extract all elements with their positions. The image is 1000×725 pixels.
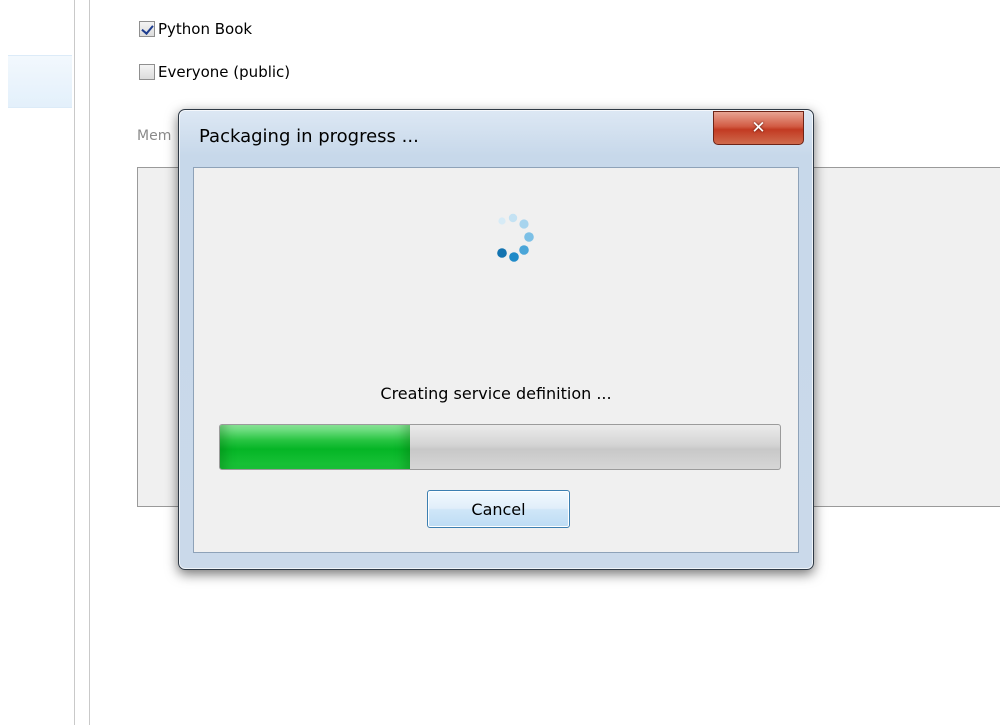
status-message: Creating service definition ... (380, 384, 612, 403)
python-book-checkbox[interactable] (139, 21, 155, 37)
dialog-content: Creating service definition ... Cancel (193, 167, 799, 553)
permission-python-book[interactable]: Python Book (139, 18, 252, 40)
progress-bar (219, 424, 781, 470)
dialog-title: Packaging in progress ... (199, 126, 419, 147)
members-section-label: Mem (137, 128, 172, 144)
left-navigation-pane (0, 0, 74, 725)
pane-splitter[interactable] (74, 0, 90, 725)
cancel-button[interactable]: Cancel (427, 490, 570, 528)
close-button[interactable]: ✕ (713, 111, 804, 145)
packaging-progress-dialog: Packaging in progress ... ✕ Creating ser… (178, 109, 814, 570)
python-book-label: Python Book (158, 20, 253, 38)
everyone-checkbox[interactable] (139, 64, 155, 80)
selected-nav-item[interactable] (8, 55, 72, 108)
close-x-icon: ✕ (751, 117, 766, 138)
busy-spinner-icon (497, 213, 534, 262)
progress-bar-fill (220, 425, 411, 469)
everyone-label: Everyone (public) (158, 63, 291, 81)
permission-everyone[interactable]: Everyone (public) (139, 61, 290, 83)
